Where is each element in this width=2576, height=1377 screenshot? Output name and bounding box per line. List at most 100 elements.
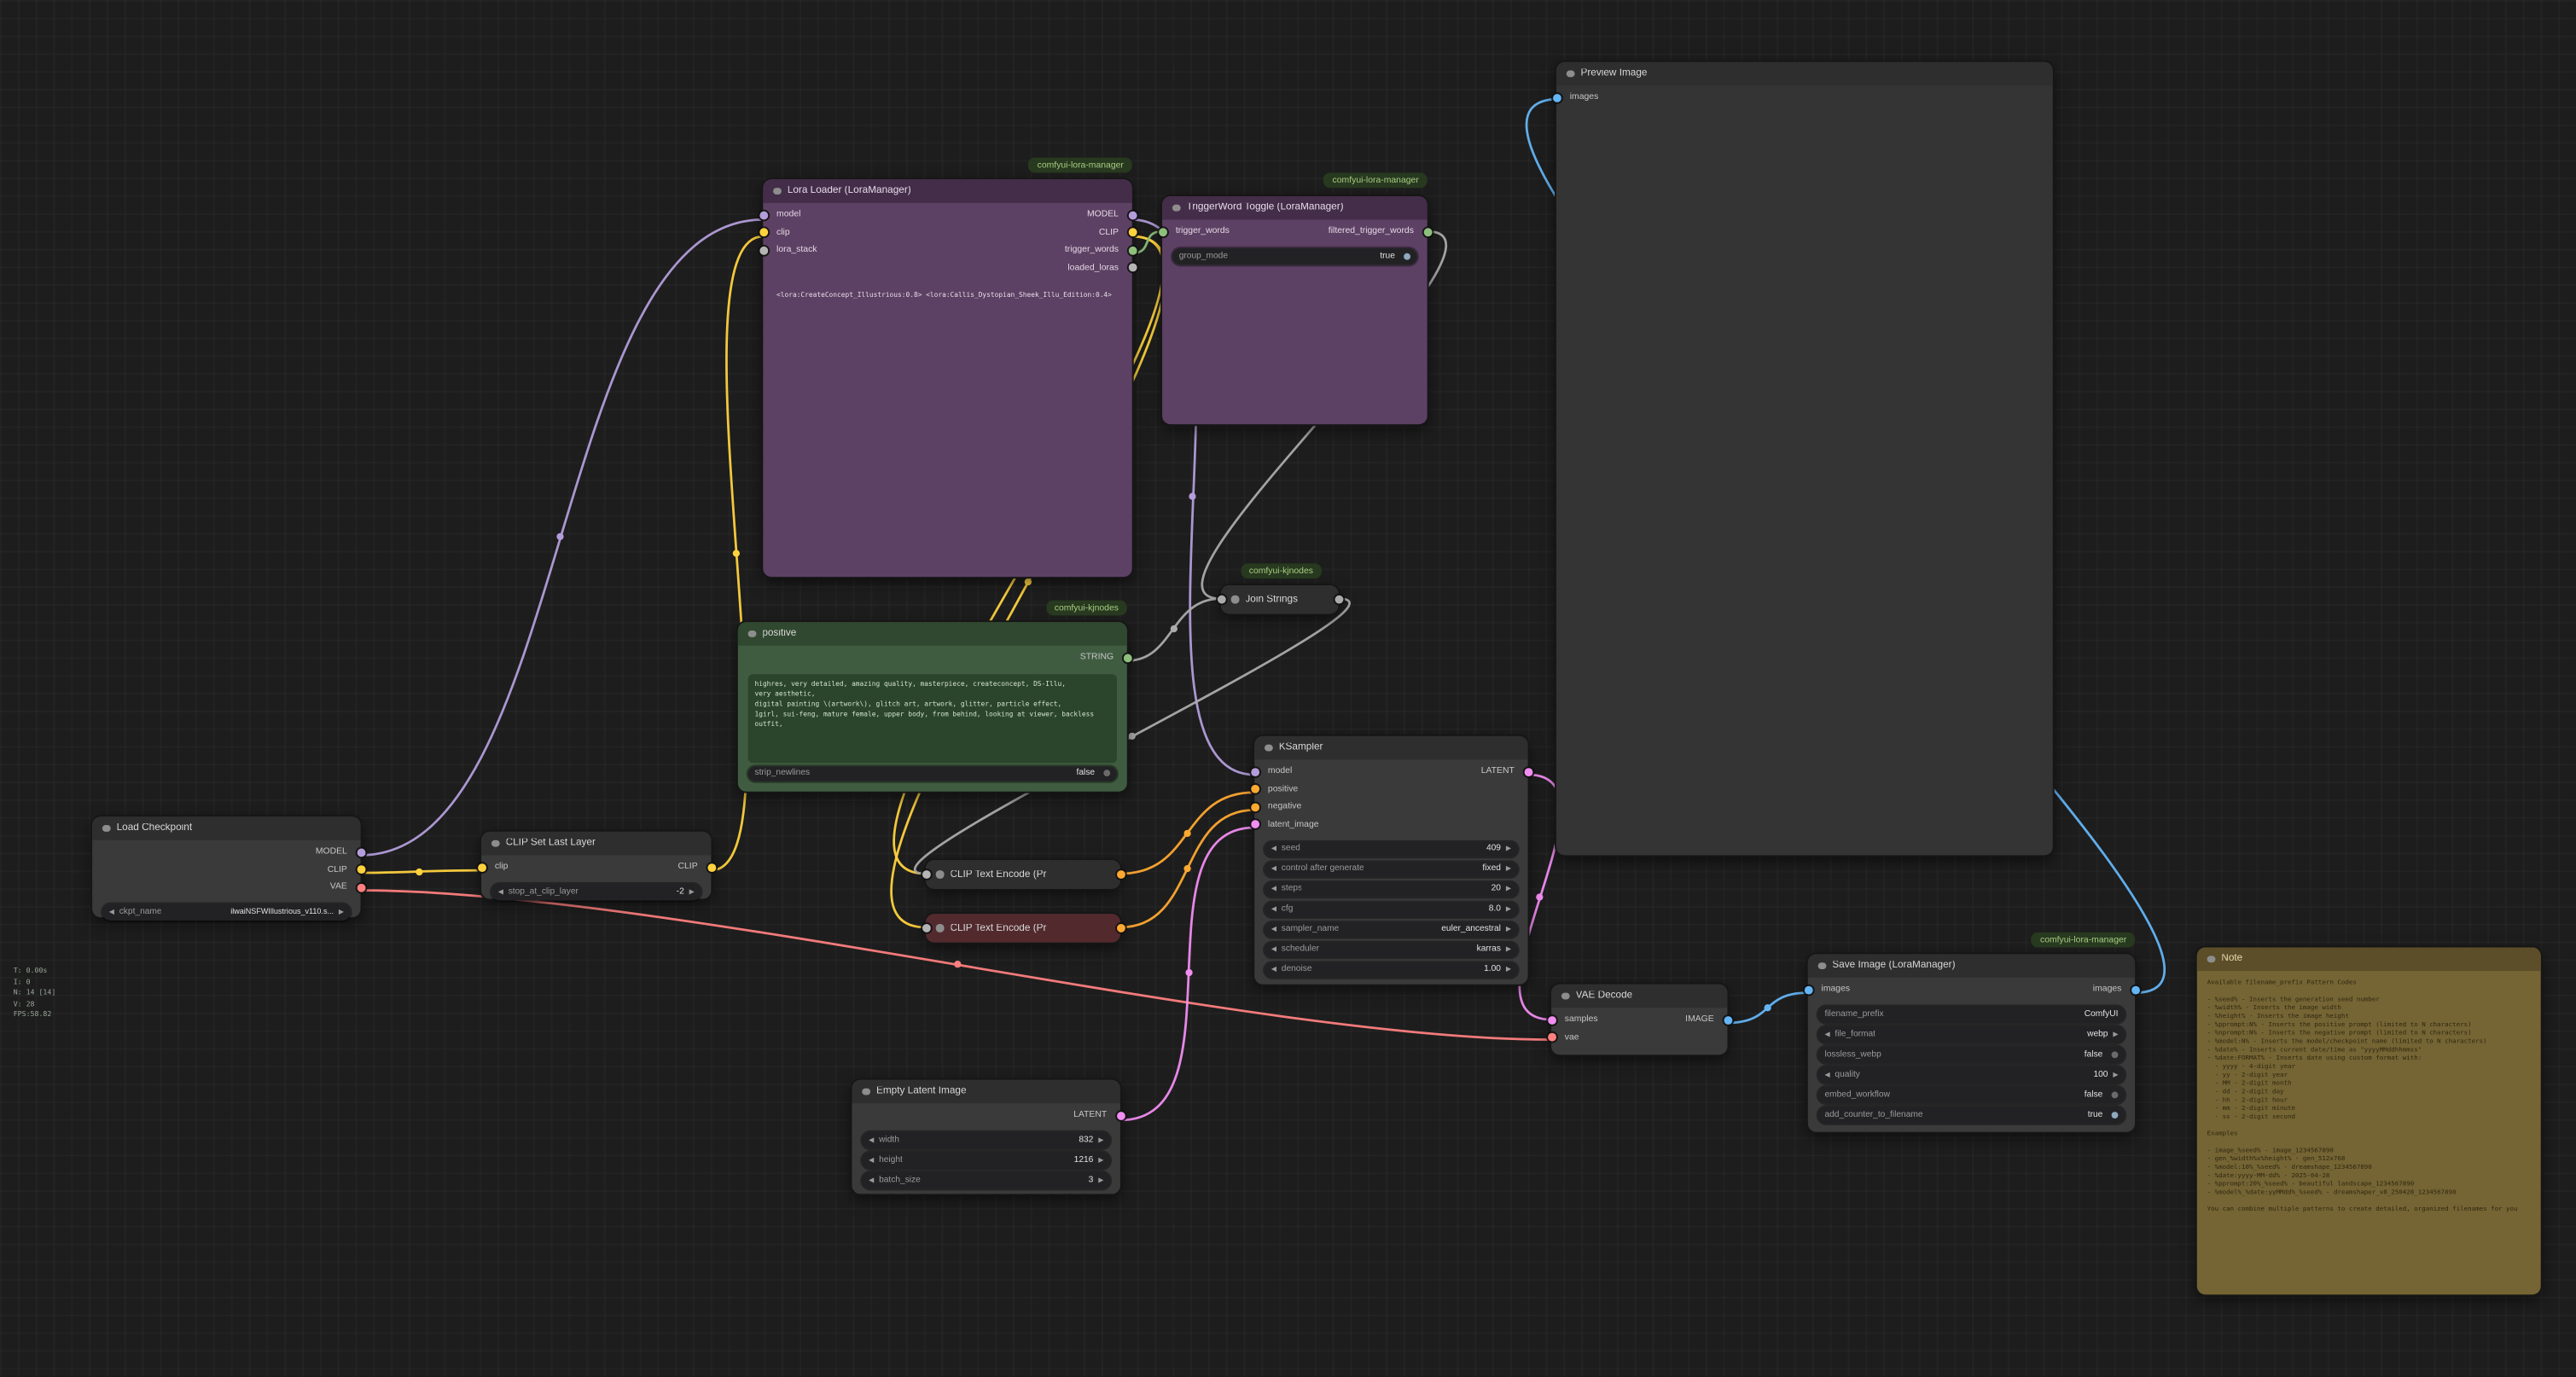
output-port-latent[interactable]	[1524, 768, 1532, 776]
ckpt-name-combo[interactable]: ◀ ckpt_name ilwaiNSFWIllustrious_v110.s.…	[102, 903, 351, 920]
node-lora-loader[interactable]: Lora Loader (LoraManager) model clip lor…	[763, 179, 1131, 577]
toggle-knob[interactable]	[2111, 1091, 2118, 1098]
input-port-samples[interactable]	[1547, 1015, 1555, 1024]
increment-arrow[interactable]: ▶	[1506, 946, 1511, 953]
increment-arrow[interactable]: ▶	[1506, 866, 1511, 873]
node-header[interactable]: CLIP Text Encode (Pr	[926, 860, 1120, 888]
collapse-dot[interactable]	[936, 871, 944, 879]
decrement-arrow[interactable]: ◀	[1271, 845, 1276, 852]
decrement-arrow[interactable]: ◀	[1271, 946, 1276, 953]
increment-arrow[interactable]: ▶	[2113, 1031, 2118, 1037]
increment-arrow[interactable]: ▶	[1506, 886, 1511, 892]
node-save-image[interactable]: Save Image (LoraManager) images images f…	[1808, 954, 2135, 1131]
node-header[interactable]: KSampler	[1254, 736, 1527, 760]
toggle-knob[interactable]	[2111, 1111, 2118, 1118]
output-port-latent[interactable]	[1116, 1112, 1125, 1120]
output-port-model[interactable]	[1128, 211, 1137, 219]
node-graph-canvas[interactable]: comfyui-lora-manager comfyui-lora-manage…	[0, 0, 2576, 1377]
increment-arrow[interactable]: ▶	[1098, 1177, 1103, 1183]
filename-prefix-input[interactable]: filename_prefix ComfyUI	[1818, 1006, 2125, 1022]
toggle-knob[interactable]	[1404, 253, 1410, 259]
node-header[interactable]: positive	[738, 622, 1127, 646]
increment-arrow[interactable]: ▶	[1098, 1136, 1103, 1143]
sampler-name-widget[interactable]: ◀ sampler_name euler_ancestral ▶	[1265, 921, 1518, 938]
toggle-knob[interactable]	[1103, 770, 1110, 776]
collapse-dot[interactable]	[1172, 204, 1180, 212]
decrement-arrow[interactable]: ◀	[869, 1157, 874, 1164]
output-port-filtered-trigger-words[interactable]	[1423, 228, 1432, 236]
node-header[interactable]: Empty Latent Image	[852, 1080, 1119, 1104]
lora-syntax-text[interactable]: <lora:CreateConcept_Illustrious:0.8> <lo…	[776, 290, 1119, 299]
decrement-arrow[interactable]: ◀	[869, 1177, 874, 1183]
batch-size-widget[interactable]: ◀ batch_size 3 ▶	[862, 1172, 1110, 1188]
input-port-clip[interactable]	[477, 863, 486, 872]
decrement-arrow[interactable]: ◀	[1271, 906, 1276, 913]
increment-arrow[interactable]: ▶	[1506, 967, 1511, 973]
output-port-trigger-words[interactable]	[1128, 246, 1137, 254]
input-port-lora-stack[interactable]	[759, 246, 767, 254]
output-port-loaded-loras[interactable]	[1128, 264, 1137, 272]
increment-arrow[interactable]: ▶	[1506, 906, 1511, 913]
decrement-arrow[interactable]: ◀	[1824, 1071, 1829, 1078]
node-header[interactable]: TriggerWord Toggle (LoraManager)	[1162, 196, 1428, 220]
strip-newlines-toggle[interactable]: strip_newlines false	[748, 765, 1117, 781]
decrement-arrow[interactable]: ◀	[1271, 866, 1276, 873]
node-clip-text-encode-negative[interactable]: CLIP Text Encode (Pr	[926, 914, 1120, 942]
input-port-images[interactable]	[1552, 93, 1561, 102]
collapse-dot[interactable]	[748, 630, 756, 638]
increment-arrow[interactable]: ▶	[1506, 845, 1511, 852]
input-port-trigger-words[interactable]	[1158, 228, 1166, 236]
node-header[interactable]: Lora Loader (LoraManager)	[763, 179, 1131, 203]
node-header[interactable]: Save Image (LoraManager)	[1808, 954, 2135, 978]
node-vae-decode[interactable]: VAE Decode samples vae IMAGE	[1551, 985, 1727, 1055]
node-note[interactable]: Note Available filename_prefix Pattern C…	[2197, 948, 2541, 1295]
collapse-dot[interactable]	[1567, 70, 1574, 78]
collapse-dot[interactable]	[773, 188, 781, 195]
node-load-checkpoint[interactable]: Load Checkpoint MODEL CLIP VAE ◀ ckpt	[92, 816, 360, 917]
collapse-dot[interactable]	[936, 924, 944, 932]
node-preview-image[interactable]: Preview Image images	[1556, 62, 2053, 856]
collapse-dot[interactable]	[1265, 744, 1272, 752]
quality-widget[interactable]: ◀ quality 100 ▶	[1818, 1066, 2125, 1083]
node-triggerword-toggle[interactable]: TriggerWord Toggle (LoraManager) trigger…	[1162, 196, 1428, 424]
collapse-dot[interactable]	[1231, 596, 1239, 603]
add-counter-toggle[interactable]: add_counter_to_filename true	[1818, 1107, 2125, 1123]
collapse-dot[interactable]	[2207, 956, 2215, 963]
node-empty-latent-image[interactable]: Empty Latent Image LATENT ◀ width 832 ▶ …	[852, 1080, 1119, 1194]
decrement-arrow[interactable]: ◀	[109, 909, 114, 915]
decrement-arrow[interactable]: ◀	[1824, 1031, 1829, 1037]
node-ksampler[interactable]: KSampler model positive negative lat	[1254, 736, 1527, 985]
prompt-textarea[interactable]: highres, very detailed, amazing quality,…	[748, 673, 1117, 762]
output-port-images[interactable]	[2131, 985, 2139, 994]
decrement-arrow[interactable]: ◀	[498, 888, 503, 895]
note-text[interactable]: Available filename_prefix Pattern Codes …	[2197, 971, 2541, 1287]
height-widget[interactable]: ◀ height 1216 ▶	[862, 1152, 1110, 1168]
output-port-image[interactable]	[1724, 1015, 1732, 1024]
file-format-combo[interactable]: ◀ file_format webp ▶	[1818, 1026, 2125, 1043]
input-port-model[interactable]	[1250, 768, 1259, 776]
output-port-clip[interactable]	[1128, 229, 1137, 237]
collapse-dot[interactable]	[491, 840, 499, 847]
input-port-negative[interactable]	[1250, 803, 1259, 811]
output-port-string[interactable]	[1123, 654, 1131, 662]
node-header[interactable]: Load Checkpoint	[92, 816, 360, 840]
increment-arrow[interactable]: ▶	[1098, 1157, 1103, 1164]
node-header[interactable]: VAE Decode	[1551, 985, 1727, 1008]
steps-widget[interactable]: ◀ steps 20 ▶	[1265, 881, 1518, 898]
seed-widget[interactable]: ◀ seed 409 ▶	[1265, 841, 1518, 857]
scheduler-widget[interactable]: ◀ scheduler karras ▶	[1265, 942, 1518, 958]
toggle-knob[interactable]	[2111, 1051, 2118, 1058]
embed-workflow-toggle[interactable]: embed_workflow false	[1818, 1087, 2125, 1103]
denoise-widget[interactable]: ◀ denoise 1.00 ▶	[1265, 962, 1518, 978]
increment-arrow[interactable]: ▶	[2113, 1071, 2118, 1078]
decrement-arrow[interactable]: ◀	[1271, 967, 1276, 973]
increment-arrow[interactable]: ▶	[689, 888, 695, 895]
cfg-widget[interactable]: ◀ cfg 8.0 ▶	[1265, 901, 1518, 917]
width-widget[interactable]: ◀ width 832 ▶	[862, 1132, 1110, 1148]
output-port-clip[interactable]	[357, 866, 365, 874]
group-mode-toggle[interactable]: group_mode true	[1172, 248, 1417, 264]
output-port-clip[interactable]	[707, 863, 715, 872]
node-header[interactable]: Preview Image	[1556, 62, 2053, 86]
lossless-webp-toggle[interactable]: lossless_webp false	[1818, 1046, 2125, 1062]
node-positive-prompt[interactable]: positive STRING highres, very detailed, …	[738, 622, 1127, 792]
